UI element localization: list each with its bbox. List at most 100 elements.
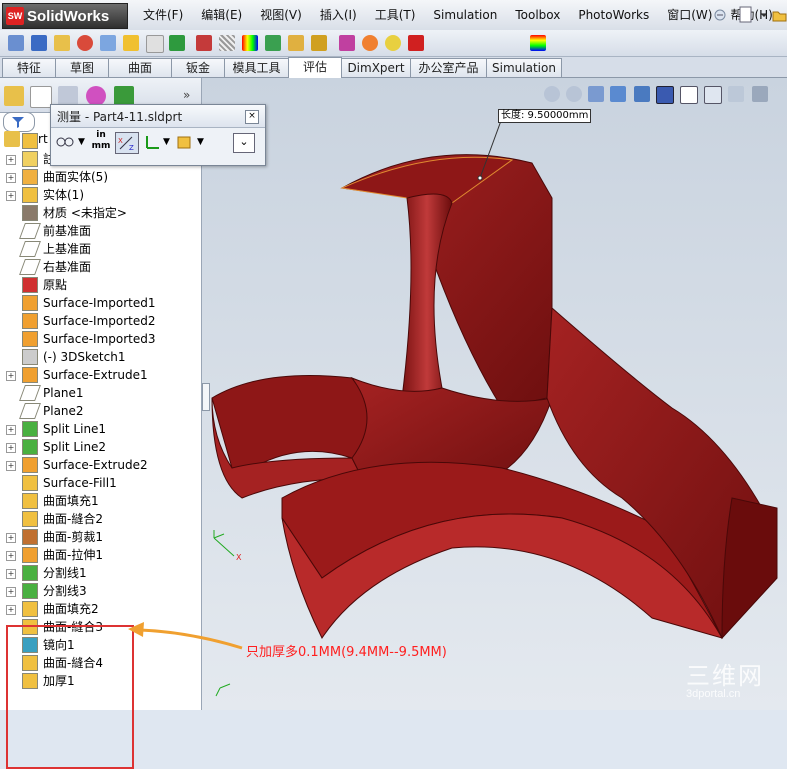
measure-history-icon[interactable]	[175, 132, 195, 152]
menu-photoworks[interactable]: PhotoWorks	[569, 6, 658, 24]
tree-item[interactable]: + 分割线1	[0, 564, 200, 582]
close-icon[interactable]: ×	[245, 110, 259, 124]
measure-tool-icon[interactable]	[8, 35, 24, 51]
tab-evaluate[interactable]: 评估	[288, 57, 342, 78]
tree-item[interactable]: + 曲面实体(5)	[0, 168, 200, 186]
expand-toggle-icon[interactable]: +	[6, 425, 16, 435]
tab-surfaces[interactable]: 曲面	[108, 58, 172, 77]
expand-toggle-icon[interactable]: +	[6, 155, 16, 165]
check-icon[interactable]	[123, 35, 139, 51]
deviation-analysis-icon[interactable]	[169, 35, 185, 51]
tree-item[interactable]: + 实体(1)	[0, 186, 200, 204]
tree-item[interactable]: 前基准面	[0, 222, 200, 240]
tree-item[interactable]: 曲面-縫合2	[0, 510, 200, 528]
menu-simulation[interactable]: Simulation	[424, 6, 506, 24]
tab-mold-tools[interactable]: 模具工具	[224, 58, 289, 77]
tree-item[interactable]: + Split Line2	[0, 438, 200, 456]
geometry-analysis-icon[interactable]	[146, 35, 164, 53]
zoom-area-icon[interactable]	[566, 86, 582, 102]
rotate-icon[interactable]	[634, 86, 650, 102]
zebra-stripes-icon[interactable]	[219, 35, 235, 51]
tree-item[interactable]: + 曲面填充2	[0, 600, 200, 618]
expand-toggle-icon[interactable]: +	[6, 605, 16, 615]
expand-toggle-icon[interactable]: +	[6, 173, 16, 183]
arc-circle-measure-icon[interactable]	[55, 132, 77, 152]
expand-toggle-icon[interactable]: +	[6, 587, 16, 597]
undercut-detection-icon[interactable]	[311, 35, 327, 51]
tab-dimxpert[interactable]: DimXpert	[341, 58, 411, 77]
tree-item[interactable]: Surface-Fill1	[0, 474, 200, 492]
new-document-icon[interactable]	[738, 5, 754, 25]
section-properties-icon[interactable]	[54, 35, 70, 51]
dropdown-arrow-icon[interactable]: ▼	[197, 137, 204, 147]
menu-view[interactable]: 视图(V)	[251, 6, 311, 24]
expand-dialog-icon[interactable]: ⌄	[233, 133, 255, 153]
feature-tree-tab-icon[interactable]	[4, 86, 24, 106]
tree-item[interactable]: 原點	[0, 276, 200, 294]
units-precision-button[interactable]: in mm	[89, 130, 113, 156]
symmetry-check-icon[interactable]	[362, 35, 378, 51]
previous-view-icon[interactable]	[588, 86, 604, 102]
thickness-analysis-icon[interactable]	[265, 35, 281, 51]
tab-simulation[interactable]: Simulation	[486, 58, 562, 77]
zoom-to-fit-icon[interactable]	[544, 86, 560, 102]
statistics-icon[interactable]	[100, 35, 116, 51]
curvature-icon[interactable]	[196, 35, 212, 51]
expand-toggle-icon[interactable]: +	[6, 533, 16, 543]
xyz-delta-icon[interactable]: XZ	[115, 132, 139, 154]
tab-office-products[interactable]: 办公室产品	[410, 58, 487, 77]
panel-collapse-handle[interactable]	[202, 383, 210, 411]
tab-sketch[interactable]: 草图	[55, 58, 109, 77]
tree-item[interactable]: Surface-Imported1	[0, 294, 200, 312]
tree-item[interactable]: + 曲面-拉伸1	[0, 546, 200, 564]
tree-item[interactable]: Plane1	[0, 384, 200, 402]
tree-item[interactable]: 上基准面	[0, 240, 200, 258]
menu-toolbox[interactable]: Toolbox	[506, 6, 569, 24]
dimxpert-manager-tab-icon[interactable]	[86, 86, 106, 106]
menu-edit[interactable]: 编辑(E)	[192, 6, 251, 24]
section-view-icon[interactable]	[704, 86, 722, 104]
open-folder-icon[interactable]	[772, 5, 787, 25]
point-to-point-icon[interactable]	[143, 132, 163, 152]
tree-item[interactable]: + Split Line1	[0, 420, 200, 438]
expand-toggle-icon[interactable]: +	[6, 371, 16, 381]
tree-item[interactable]: + Surface-Extrude2	[0, 456, 200, 474]
tab-sheet-metal[interactable]: 钣金	[171, 58, 225, 77]
menu-file[interactable]: 文件(F)	[134, 6, 192, 24]
tree-item[interactable]: Plane2	[0, 402, 200, 420]
solidworks-logo[interactable]: SW SolidWorks	[2, 3, 128, 29]
menu-tools[interactable]: 工具(T)	[366, 6, 425, 24]
tab-features[interactable]: 特征	[2, 58, 56, 77]
expand-toggle-icon[interactable]: +	[6, 551, 16, 561]
tree-filter-field[interactable]	[3, 112, 35, 132]
edit-appearance-icon[interactable]	[752, 86, 768, 102]
display-style-icon[interactable]	[680, 86, 698, 104]
import-diagnostics-icon[interactable]	[408, 35, 424, 51]
expand-toggle-icon[interactable]: +	[6, 191, 16, 201]
curvature-display-icon[interactable]	[242, 35, 258, 51]
pan-icon[interactable]	[610, 86, 626, 102]
expand-toggle-icon[interactable]: +	[6, 443, 16, 453]
view-orientation-icon[interactable]	[656, 86, 674, 104]
tree-item[interactable]: + 分割线3	[0, 582, 200, 600]
menu-pin-icon[interactable]	[712, 5, 728, 25]
dropdown-arrow-icon[interactable]	[760, 5, 768, 25]
hide-show-items-icon[interactable]	[728, 86, 744, 102]
dropdown-arrow-icon[interactable]: ▼	[78, 137, 85, 147]
simulationxpress-icon[interactable]	[530, 35, 546, 51]
parting-line-analysis-icon[interactable]	[339, 35, 355, 51]
tree-item[interactable]: + 曲面-剪裁1	[0, 528, 200, 546]
tree-item[interactable]: Surface-Imported3	[0, 330, 200, 348]
draft-analysis-icon[interactable]	[288, 35, 304, 51]
configuration-manager-tab-icon[interactable]	[58, 86, 78, 106]
tree-item[interactable]: (-) 3DSketch1	[0, 348, 200, 366]
tree-item[interactable]: 材质 <未指定>	[0, 204, 200, 222]
mass-properties-icon[interactable]	[31, 35, 47, 51]
sensor-icon[interactable]	[77, 35, 93, 51]
tree-item[interactable]: Surface-Imported2	[0, 312, 200, 330]
graphics-area[interactable]: X	[202, 78, 787, 710]
tree-item[interactable]: + Surface-Extrude1	[0, 366, 200, 384]
expand-toggle-icon[interactable]: +	[6, 569, 16, 579]
menu-insert[interactable]: 插入(I)	[311, 6, 366, 24]
expand-toggle-icon[interactable]: +	[6, 461, 16, 471]
